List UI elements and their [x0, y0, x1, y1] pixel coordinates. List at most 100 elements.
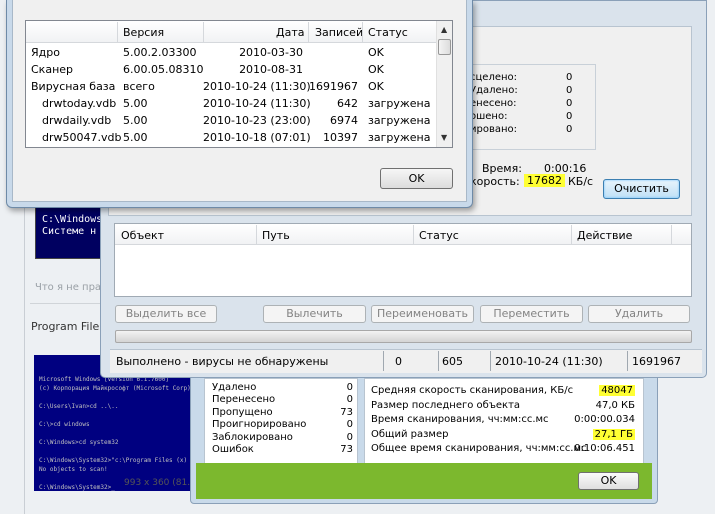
component-status: загружена [368, 114, 431, 127]
column-separator [671, 225, 672, 244]
scroll-down-arrow-icon[interactable]: ▼ [441, 133, 447, 142]
metric-label: Размер последнего объекта [371, 399, 521, 411]
cmd-line [39, 429, 196, 438]
column-separator [413, 225, 414, 244]
stat-value: 0 [346, 431, 353, 443]
stat-value: 73 [340, 444, 353, 455]
cmd-line [39, 447, 196, 456]
component-date: 2010-10-23 (23:00) [203, 114, 311, 127]
stat-label: Пропущено [212, 406, 273, 418]
time-label: Время: [482, 162, 522, 175]
column-object[interactable]: Объект [121, 229, 164, 242]
program-files-label: Program Files [31, 320, 106, 333]
result-label: Удалено: [470, 85, 518, 96]
component-name[interactable]: drw50047.vdb [42, 129, 121, 146]
component-name[interactable]: Вирусная база [31, 78, 115, 95]
column-date[interactable]: Дата [276, 26, 304, 39]
component-date: 2010-08-31 [239, 63, 303, 76]
component-records: 1691967 [309, 80, 358, 93]
metric-label: Общий размер [371, 428, 449, 440]
component-date: 2010-10-24 (11:30) [203, 97, 311, 110]
column-separator [256, 225, 257, 244]
result-label: ировано: [470, 124, 518, 135]
metric-value: 0:00:00.034 [545, 413, 635, 426]
status-datetime: 2010-10-24 (11:30) [495, 355, 603, 368]
component-version: 5.00 [123, 131, 148, 144]
speed-value: 17682 [524, 174, 565, 187]
status-separator [627, 351, 628, 371]
metric-value-text: 0:10:06.451 [574, 443, 635, 455]
result-label: сцелено: [470, 72, 518, 83]
column-records[interactable]: Записей [315, 26, 363, 39]
result-value: 0 [566, 111, 573, 122]
column-separator [362, 22, 363, 42]
result-value: 0 [566, 72, 573, 83]
column-path[interactable]: Путь [262, 229, 290, 242]
divider [30, 303, 110, 304]
status-records: 1691967 [632, 355, 681, 368]
metric-label: Средняя скорость сканирования, КБ/с [371, 385, 574, 396]
cmd-line: C:\Windows\System32>"c:\Program Files (x… [39, 457, 188, 464]
scroll-up-arrow-icon[interactable]: ▲ [441, 25, 447, 34]
result-label: ошено: [470, 111, 508, 122]
component-records [308, 61, 358, 78]
metric-value: 27,1 ГБ [545, 428, 635, 441]
metric-value: 48047 [545, 384, 635, 397]
stat-label: Удалено [212, 382, 257, 393]
stats-ok-button[interactable]: OK [578, 472, 639, 490]
select-all-button[interactable]: Выделить все [115, 305, 217, 323]
result-value: 0 [566, 124, 573, 135]
component-name[interactable]: drwtoday.vdb [42, 95, 116, 112]
cmd-line [39, 411, 196, 420]
cmd-line: C:\Users\Ivan>cd ..\.. [39, 403, 119, 410]
status-infected-count: 0 [395, 355, 402, 368]
component-name[interactable]: Ядро [31, 44, 60, 61]
status-separator [438, 351, 439, 371]
metric-value-text: 0:00:00.034 [574, 414, 635, 426]
status-text: Выполнено - вирусы не обнаружены [116, 355, 329, 368]
stat-label: Проигнорировано [212, 419, 307, 431]
scan-progress-bar [115, 330, 692, 343]
metric-value: 0:10:06.451 [545, 442, 635, 455]
result-value: 0 [566, 85, 573, 96]
component-status: OK [368, 63, 384, 76]
stat-label: Ошибок [212, 444, 254, 455]
cure-button[interactable]: Вылечить [263, 305, 366, 323]
column-status[interactable]: Статус [368, 26, 408, 39]
speed-unit: КБ/с [568, 175, 594, 188]
component-name[interactable]: Сканер [31, 61, 73, 78]
clean-button[interactable]: Очистить [603, 179, 680, 199]
component-records: 10397 [323, 131, 358, 144]
stat-label: Перенесено [212, 394, 276, 406]
delete-button[interactable]: Удалить [588, 305, 690, 323]
component-version: 5.00 [123, 114, 148, 127]
component-version: 6.00.05.08310 [123, 63, 204, 76]
stat-label: Заблокировано [212, 431, 293, 443]
component-status: загружена [368, 131, 431, 144]
column-action[interactable]: Действие [577, 229, 632, 242]
result-value: 0 [566, 98, 573, 109]
component-status: OK [368, 46, 384, 59]
component-name[interactable]: drwdaily.vdb [42, 112, 111, 129]
dialog-ok-button[interactable]: OK [380, 168, 453, 189]
speed-label: корость: [470, 175, 520, 188]
rename-button[interactable]: Переименовать [371, 305, 474, 323]
component-records: 642 [337, 97, 358, 110]
move-button[interactable]: Переместить [480, 305, 583, 323]
scrollbar-thumb[interactable] [438, 39, 451, 55]
component-date: 2010-10-24 (11:30) [203, 80, 311, 93]
cmd-line: C:\>cd windows [39, 421, 90, 428]
cmd-line: (c) Корпорация Майкрософт (Microsoft Cor… [39, 385, 195, 392]
status-separator [490, 351, 491, 371]
column-version[interactable]: Версия [123, 26, 164, 39]
component-version: 5.00 [123, 97, 148, 110]
stat-value: 0 [346, 382, 353, 393]
column-status[interactable]: Статус [419, 229, 459, 242]
stat-value: 0 [346, 419, 353, 431]
column-separator [117, 22, 118, 42]
component-date: 2010-10-18 (07:01) [203, 131, 311, 144]
component-version: всего [123, 80, 155, 93]
metric-value: 47,0 КБ [545, 399, 635, 412]
component-version: 5.00.2.03300 [123, 46, 197, 59]
column-separator [308, 22, 309, 42]
